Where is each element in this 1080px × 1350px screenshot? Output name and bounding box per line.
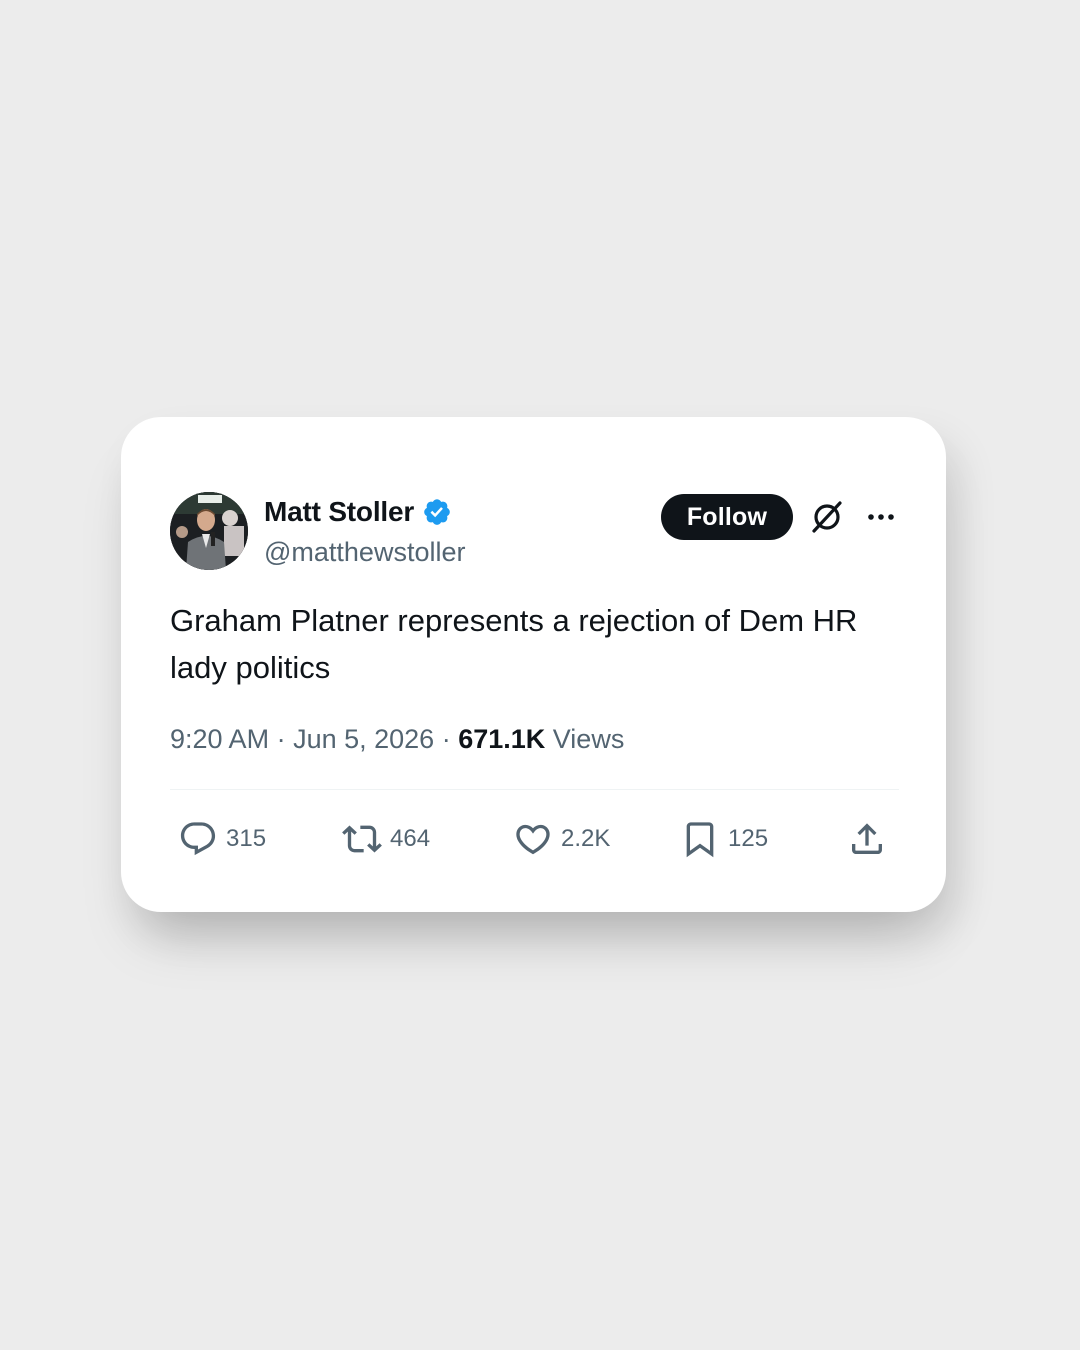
tweet-card: Matt Stoller @matthewstoller Follow Grah… (121, 417, 946, 912)
bookmark-icon (686, 822, 714, 858)
share-icon (852, 823, 882, 854)
avatar-image (170, 492, 248, 570)
display-name[interactable]: Matt Stoller (264, 495, 414, 529)
meta-separator: · (269, 724, 294, 754)
avatar[interactable] (170, 492, 248, 570)
repost-count: 464 (390, 825, 431, 852)
repost-button[interactable]: 464 (342, 817, 430, 861)
meta-separator: · (434, 724, 459, 754)
verified-badge-icon (424, 499, 450, 525)
tweet-time[interactable]: 9:20 AM (170, 724, 269, 754)
follow-button[interactable]: Follow (661, 494, 793, 540)
stage: Matt Stoller @matthewstoller Follow Grah… (0, 0, 1080, 1350)
views-label: Views (552, 724, 625, 754)
reply-count: 315 (226, 825, 267, 852)
bookmark-count: 125 (728, 825, 769, 852)
like-count: 2.2K (561, 825, 611, 852)
repost-icon (342, 825, 382, 853)
more-icon[interactable] (865, 505, 897, 529)
author-name-row: Matt Stoller (264, 495, 452, 529)
divider (170, 789, 899, 790)
reply-button[interactable]: 315 (178, 817, 266, 861)
tweet-meta: 9:20 AM · Jun 5, 2026 · 671.1K Views (170, 721, 624, 757)
like-button[interactable]: 2.2K (513, 817, 610, 861)
share-button[interactable] (847, 817, 887, 861)
bookmark-button[interactable]: 125 (680, 817, 768, 861)
handle[interactable]: @matthewstoller (264, 535, 465, 569)
grok-icon[interactable] (809, 499, 845, 535)
action-bar: 315 464 2.2K 125 (170, 817, 899, 861)
like-icon (516, 824, 550, 855)
reply-icon (180, 822, 216, 856)
views-count: 671.1K (458, 724, 546, 754)
tweet-date[interactable]: Jun 5, 2026 (293, 724, 434, 754)
tweet-text: Graham Platner represents a rejection of… (170, 603, 858, 685)
